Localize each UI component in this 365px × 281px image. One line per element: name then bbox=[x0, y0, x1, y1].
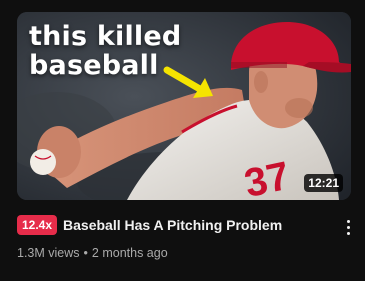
video-title[interactable]: Baseball Has A Pitching Problem bbox=[63, 216, 282, 234]
thumbnail-overlay-text: this killed baseball bbox=[29, 22, 181, 80]
overlay-line-2: baseball bbox=[29, 50, 159, 81]
more-options-button[interactable] bbox=[337, 216, 359, 238]
overlay-line-1: this killed bbox=[29, 21, 182, 52]
video-stats: 1.3M views • 2 months ago bbox=[17, 245, 168, 261]
upload-age: 2 months ago bbox=[91, 246, 168, 260]
svg-text:37: 37 bbox=[241, 154, 294, 200]
duration-badge: 12:21 bbox=[304, 174, 343, 192]
more-vertical-icon bbox=[346, 219, 350, 223]
video-thumbnail[interactable]: 37 this killed baseball 12:21 bbox=[17, 12, 351, 200]
view-count: 1.3M views bbox=[17, 246, 80, 260]
title-row: 12.4x Baseball Has A Pitching Problem bbox=[17, 214, 357, 236]
separator-dot: • bbox=[83, 246, 88, 260]
speed-badge: 12.4x bbox=[17, 215, 58, 235]
video-card: 37 this killed baseball 12:21 12.4x Base… bbox=[0, 0, 365, 281]
